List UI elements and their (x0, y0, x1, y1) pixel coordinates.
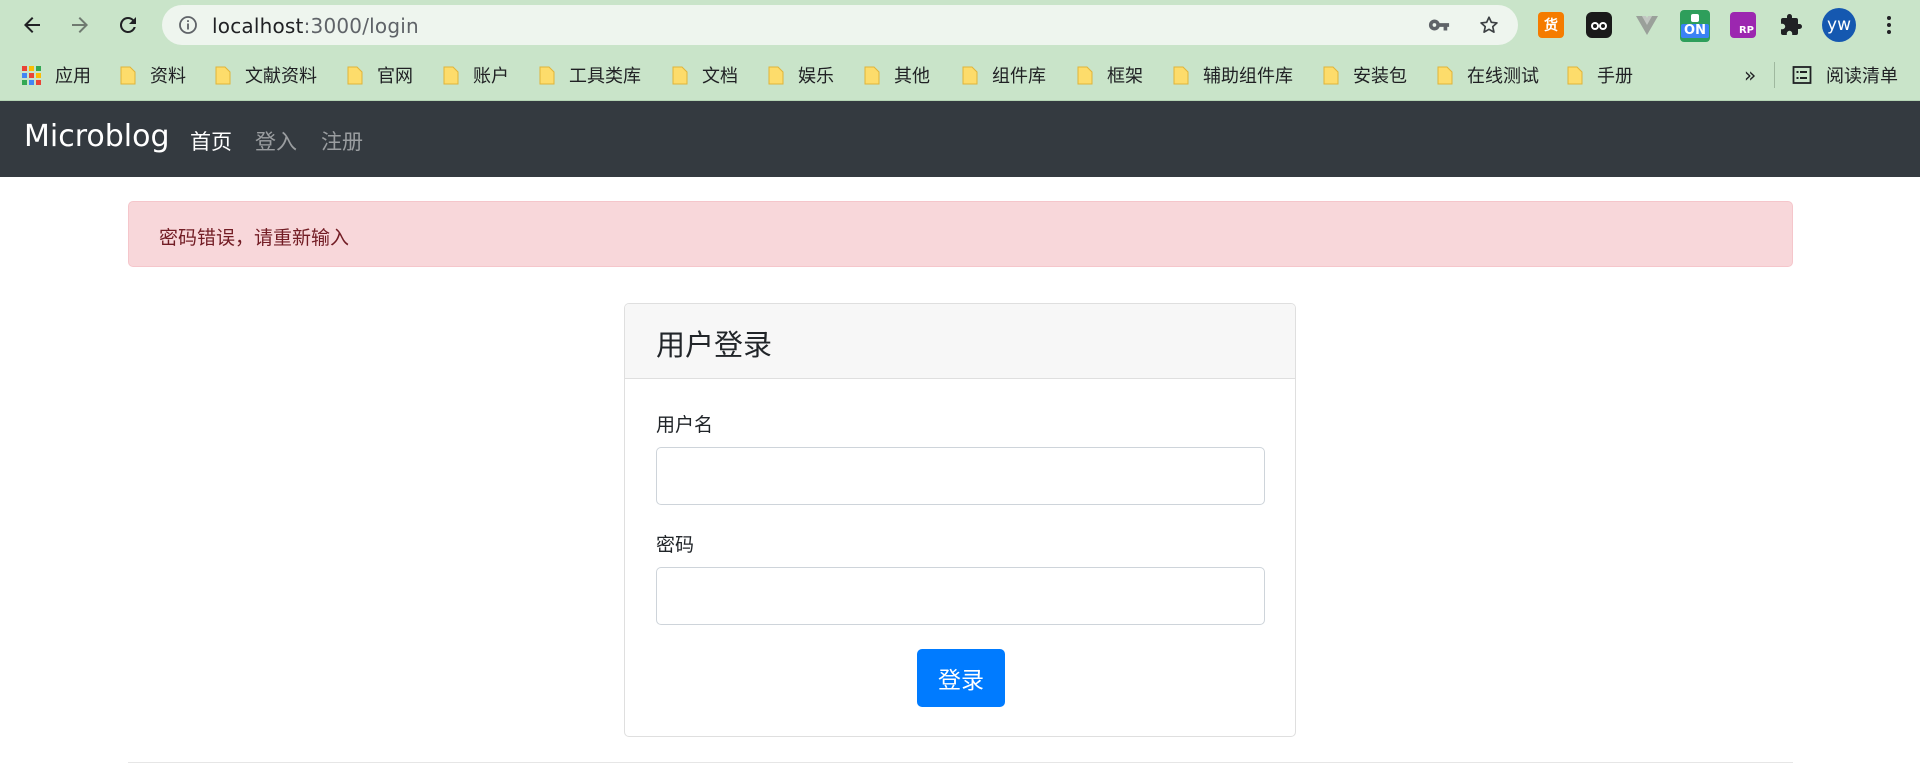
bookmark-folder[interactable]: 辅助组件库 (1173, 63, 1293, 87)
bookmark-folder[interactable]: 账户 (443, 63, 509, 87)
folder-icon (672, 65, 688, 85)
browser-toolbar: localhost:3000/login 货 ON RP yw (0, 0, 1920, 50)
bookmark-label: 账户 (473, 66, 509, 87)
bookmark-folder[interactable]: 资料 (120, 63, 186, 87)
url-text: localhost:3000/login (212, 14, 419, 38)
folder-icon (539, 65, 555, 85)
bookmark-label: 在线测试 (1467, 66, 1539, 87)
nav-home-link[interactable]: 首页 (190, 126, 232, 156)
star-icon[interactable] (1478, 14, 1500, 36)
bookmark-folder[interactable]: 文档 (672, 63, 738, 87)
extension-rp-icon[interactable]: RP (1730, 12, 1756, 38)
folder-icon (347, 65, 363, 85)
bookmark-apps[interactable]: 应用 (22, 63, 91, 87)
nav-login-link[interactable]: 登入 (255, 126, 297, 156)
reload-button[interactable] (108, 5, 148, 45)
bookmark-folder[interactable]: 在线测试 (1437, 63, 1539, 87)
bookmark-folder[interactable]: 其他 (864, 63, 930, 87)
extension-huo-label: 货 (1544, 18, 1558, 34)
extension-owl-icon[interactable] (1586, 12, 1612, 38)
bookmark-label: 其他 (894, 66, 930, 87)
kebab-menu-icon[interactable] (1876, 12, 1902, 38)
footer-divider (128, 762, 1793, 763)
bookmark-label: 手册 (1597, 66, 1633, 87)
bookmark-folder[interactable]: 娱乐 (768, 63, 834, 87)
folder-icon (443, 65, 459, 85)
brand-link[interactable]: Microblog (24, 119, 170, 154)
error-alert: 密码错误，请重新输入 (128, 201, 1793, 267)
login-submit-button[interactable]: 登录 (917, 649, 1005, 707)
folder-icon (864, 65, 880, 85)
bookmark-apps-label: 应用 (55, 66, 91, 87)
back-button[interactable] (12, 5, 52, 45)
bookmarks-overflow-button[interactable]: » (1744, 63, 1756, 87)
url-host: localhost (212, 14, 304, 38)
extension-on-icon[interactable]: ON (1680, 10, 1710, 42)
nav-register-link[interactable]: 注册 (321, 126, 363, 156)
apps-grid-icon (22, 65, 41, 85)
bookmark-label: 工具类库 (569, 66, 641, 87)
login-card-header: 用户登录 (625, 304, 1295, 379)
bookmark-label: 组件库 (992, 66, 1046, 87)
bookmark-folder[interactable]: 组件库 (962, 63, 1046, 87)
url-path: :3000/login (303, 14, 419, 38)
puzzle-icon[interactable] (1778, 12, 1804, 38)
folder-icon (768, 65, 784, 85)
reading-list-button[interactable]: 阅读清单 (1792, 63, 1898, 87)
arrow-left-icon (24, 17, 40, 33)
bookmark-label: 辅助组件库 (1203, 66, 1293, 87)
folder-icon (215, 65, 231, 85)
extension-vue-icon[interactable] (1634, 12, 1660, 38)
reading-list-label: 阅读清单 (1826, 66, 1898, 87)
overflow-chevron-icon: » (1744, 63, 1757, 87)
bookmark-folder[interactable]: 官网 (347, 63, 413, 87)
extension-rp-label: RP (1738, 25, 1754, 36)
bookmark-label: 资料 (150, 66, 186, 87)
folder-icon (1323, 65, 1339, 85)
bookmark-folder[interactable]: 框架 (1077, 63, 1143, 87)
folder-icon (120, 65, 136, 85)
reading-list-icon (1792, 65, 1812, 85)
address-bar[interactable]: localhost:3000/login (162, 5, 1518, 45)
site-navbar: Microblog 首页 登入 注册 (0, 101, 1920, 177)
folder-icon (1077, 65, 1093, 85)
folder-icon (1567, 65, 1583, 85)
arrow-right-icon (72, 17, 88, 33)
bookmark-folder[interactable]: 安装包 (1323, 63, 1407, 87)
folder-icon (1173, 65, 1189, 85)
bookmark-label: 官网 (377, 66, 413, 87)
folder-icon (962, 65, 978, 85)
bookmark-folder[interactable]: 工具类库 (539, 63, 641, 87)
username-label: 用户名 (656, 414, 714, 436)
reload-icon (119, 16, 136, 33)
login-card-title: 用户登录 (656, 328, 773, 362)
error-alert-message: 密码错误，请重新输入 (159, 227, 350, 249)
password-input[interactable] (656, 567, 1265, 625)
profile-initials: yw (1827, 15, 1851, 35)
bookmark-folder[interactable]: 文献资料 (215, 63, 317, 87)
bookmark-label: 安装包 (1353, 66, 1407, 87)
key-icon[interactable] (1428, 14, 1450, 36)
info-icon[interactable] (178, 15, 198, 35)
profile-avatar[interactable]: yw (1822, 8, 1856, 42)
bookmark-label: 文档 (702, 66, 738, 87)
folder-icon (1437, 65, 1453, 85)
extension-huo-icon[interactable]: 货 (1538, 12, 1564, 38)
bookmark-label: 娱乐 (798, 66, 834, 87)
forward-button[interactable] (60, 5, 100, 45)
bookmarks-bar: 应用 资料 文献资料 官网 账户 工具类库 文档 娱乐 其他 组件库 框架 辅助… (0, 50, 1920, 101)
bookmark-label: 文献资料 (245, 66, 317, 87)
login-card: 用户登录 用户名 密码 登录 (624, 303, 1296, 737)
bookmark-label: 框架 (1107, 66, 1143, 87)
password-label: 密码 (656, 534, 695, 556)
username-input[interactable] (656, 447, 1265, 505)
bookmark-folder[interactable]: 手册 (1567, 63, 1633, 87)
bookmarks-divider (1774, 62, 1775, 88)
extension-on-label: ON (1681, 24, 1709, 38)
